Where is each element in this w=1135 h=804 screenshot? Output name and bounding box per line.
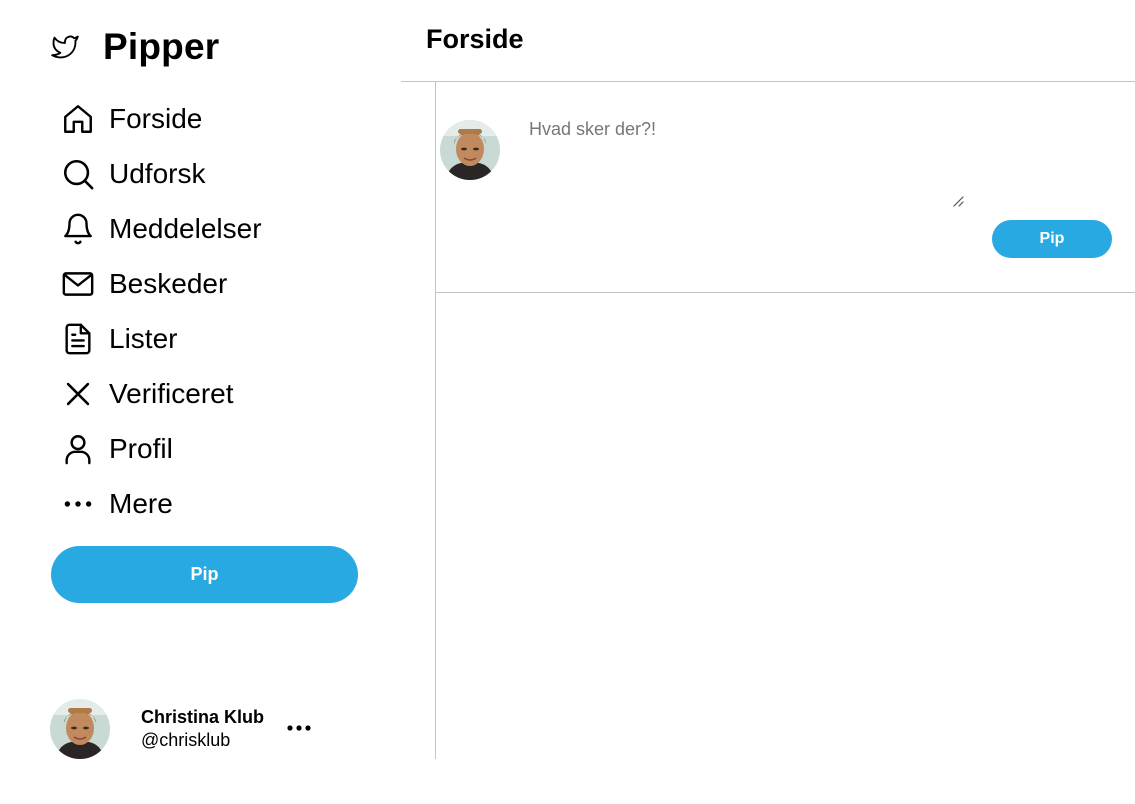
sidebar-item-label: Udforsk — [109, 157, 206, 189]
home-icon — [61, 102, 95, 136]
compose-divider — [436, 292, 1135, 293]
envelope-icon — [61, 267, 95, 301]
compose-input[interactable] — [521, 111, 965, 207]
sidebar-item-meddelelser[interactable]: Meddelelser — [61, 201, 381, 256]
page-title: Forside — [426, 24, 524, 54]
sidebar-item-label: Profil — [109, 432, 173, 464]
avatar[interactable] — [440, 120, 500, 180]
profile-name: Christina Klub — [141, 707, 265, 727]
sidebar-item-udforsk[interactable]: Udforsk — [61, 146, 381, 201]
resize-handle-icon[interactable] — [951, 194, 965, 208]
sidebar-item-forside[interactable]: Forside — [61, 91, 381, 146]
sidebar-item-label: Lister — [109, 322, 178, 354]
bell-icon — [61, 212, 95, 246]
document-icon — [61, 322, 95, 356]
search-icon — [61, 157, 95, 191]
brand[interactable]: Pipper — [48, 24, 219, 70]
sidebar-item-label: Meddelelser — [109, 212, 262, 244]
column-divider — [435, 82, 436, 759]
close-icon — [61, 377, 95, 411]
profile-handle: @chrisklub — [141, 730, 231, 750]
sidebar-nav: Forside Udforsk Meddelelser Beskeder Lis… — [61, 91, 381, 531]
header-divider — [401, 81, 1135, 82]
user-icon — [61, 432, 95, 466]
more-horizontal-icon[interactable] — [286, 718, 312, 738]
sidebar-item-label: Verificeret — [109, 377, 234, 409]
pip-button[interactable]: Pip — [51, 546, 358, 603]
more-horizontal-icon — [61, 487, 95, 521]
sidebar-item-beskeder[interactable]: Beskeder — [61, 256, 381, 311]
compose-submit-button[interactable]: Pip — [992, 220, 1112, 258]
bird-icon — [48, 30, 82, 64]
sidebar-item-profil[interactable]: Profil — [61, 421, 381, 476]
sidebar-item-label: Mere — [109, 487, 173, 519]
sidebar-item-lister[interactable]: Lister — [61, 311, 381, 366]
avatar[interactable] — [50, 699, 110, 759]
profile-card[interactable]: Christina Klub @chrisklub — [50, 699, 380, 759]
sidebar-item-verificeret[interactable]: Verificeret — [61, 366, 381, 421]
sidebar-item-mere[interactable]: Mere — [61, 476, 381, 531]
sidebar-item-label: Forside — [109, 102, 203, 134]
brand-name: Pipper — [103, 26, 220, 67]
sidebar-item-label: Beskeder — [109, 267, 228, 299]
